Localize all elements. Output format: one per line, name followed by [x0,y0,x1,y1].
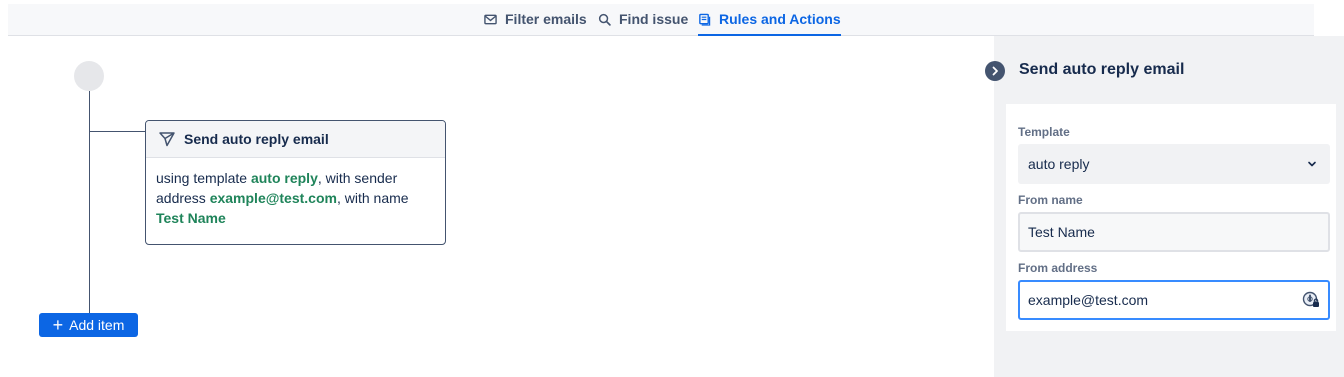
tab-label: Rules and Actions [719,11,841,27]
chevron-down-icon [1308,161,1316,167]
from-name-value: Test Name [1028,224,1095,240]
app-root: Filter emails Find issue Rules and Actio… [0,0,1344,377]
template-value: auto reply [250,170,318,186]
from-name-field[interactable]: Test Name [1018,212,1330,252]
flow-connector-vertical [89,91,90,315]
password-manager-icon[interactable] [1302,291,1320,309]
top-tab-bar: Filter emails Find issue Rules and Actio… [8,4,1314,36]
description-text: using template [156,170,251,186]
tab-label: Filter emails [505,11,587,27]
action-card-header: Send auto reply email [146,121,445,158]
tab-rules-and-actions[interactable]: Rules and Actions [698,11,841,36]
send-icon [159,132,175,147]
chevron-right-icon [992,66,998,76]
plus-icon: + [52,315,64,335]
from-address-value: example@test.com [1028,292,1149,308]
template-select-value: auto reply [1028,156,1090,172]
from-name-label: From name [1018,193,1083,207]
add-item-label: Add item [69,317,125,333]
from-address-label: From address [1018,261,1098,275]
panel-title: Send auto reply email [1019,61,1185,78]
template-select[interactable]: auto reply [1018,144,1330,184]
action-form: Template auto reply From name Test Name … [1006,104,1336,331]
tab-filter-emails[interactable]: Filter emails [484,11,587,36]
side-panel: Send auto reply email Template auto repl… [985,36,1344,377]
description-text: , with name [336,190,409,206]
collapse-panel-button[interactable] [985,61,1005,81]
search-icon [598,13,611,26]
action-card-send-auto-reply[interactable]: Send auto reply email using template aut… [145,120,446,245]
name-value: Test Name [156,210,226,226]
add-item-button[interactable]: + Add item [39,313,138,337]
from-address-field[interactable]: example@test.com [1018,280,1330,320]
tab-find-issue[interactable]: Find issue [598,11,688,36]
flow-connector-horizontal [89,131,145,132]
mail-icon [484,14,497,25]
action-card-title: Send auto reply email [184,131,329,147]
address-value: example@test.com [209,190,337,206]
rules-icon [699,13,711,26]
flow-start-node [74,61,104,91]
action-card-description: using template auto reply, with sender a… [146,158,445,228]
tab-label: Find issue [619,11,689,27]
template-label: Template [1018,125,1070,139]
